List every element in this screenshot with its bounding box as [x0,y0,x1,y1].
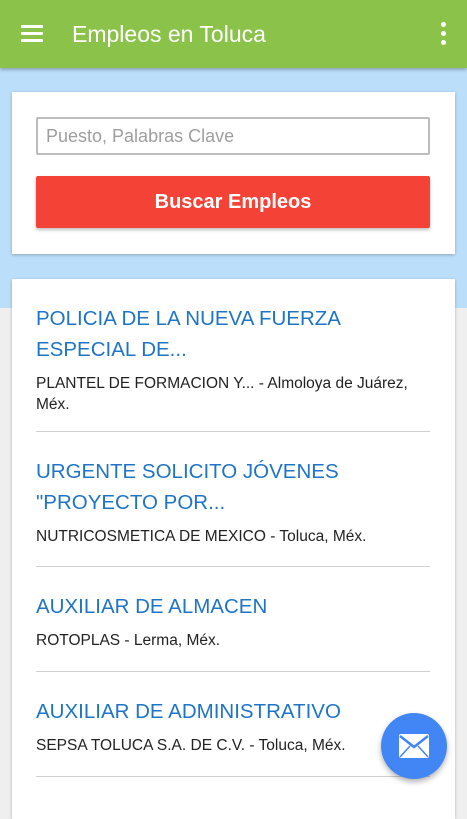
divider [36,776,430,777]
job-company-location: NUTRICOSMETICA DE MEXICO - Toluca, Méx. [36,528,367,545]
search-jobs-button[interactable]: Buscar Empleos [36,176,430,228]
divider [36,566,430,567]
job-title[interactable]: AUXILIAR DE ALMACEN [36,591,430,622]
email-fab-button[interactable] [381,713,447,779]
email-icon [399,734,429,758]
job-title[interactable]: URGENTE SOLICITO JÓVENES "PROYECTO POR..… [36,456,430,518]
page-title: Empleos en Toluca [72,21,266,47]
job-company-location: SEPSA TOLUCA S.A. DE C.V. - Toluca, Méx. [36,737,346,754]
job-title[interactable]: AUXILIAR DE ADMINISTRATIVO [36,696,430,727]
app-bar: Empleos en Toluca [0,0,467,68]
divider [36,671,430,672]
job-company-location: ROTOPLAS - Lerma, Méx. [36,632,221,649]
job-title[interactable]: POLICIA DE LA NUEVA FUERZA ESPECIAL DE..… [36,303,430,365]
job-item[interactable]: AUXILIAR DE ADMINISTRATIVO SEPSA TOLUCA … [36,696,430,756]
search-input[interactable] [36,117,430,155]
more-vert-icon[interactable] [433,20,453,48]
job-item[interactable]: URGENTE SOLICITO JÓVENES "PROYECTO POR..… [36,456,430,547]
job-item[interactable]: AUXILIAR DE ALMACEN ROTOPLAS - Lerma, Mé… [36,591,430,651]
divider [36,431,430,432]
job-company-location: PLANTEL DE FORMACION Y... - Almoloya de … [36,375,408,413]
search-card: Buscar Empleos [12,92,455,254]
menu-icon[interactable] [16,20,46,48]
job-item[interactable]: POLICIA DE LA NUEVA FUERZA ESPECIAL DE..… [36,303,430,415]
